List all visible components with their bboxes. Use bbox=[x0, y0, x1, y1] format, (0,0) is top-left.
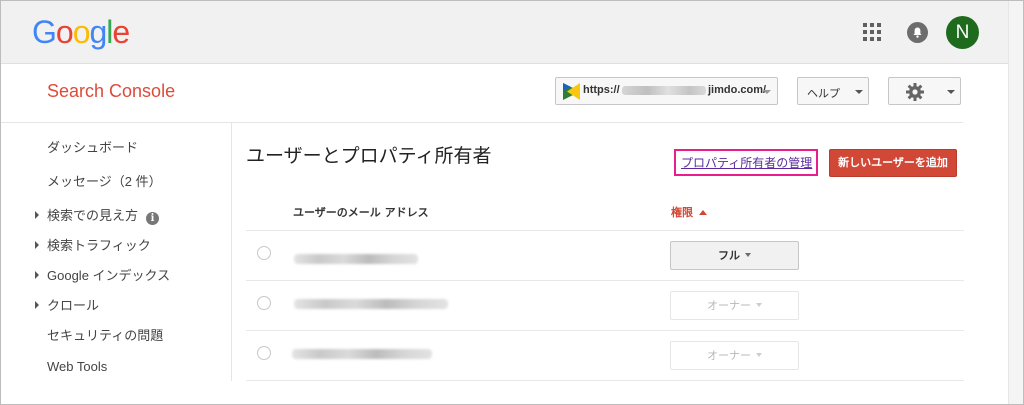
permission-label: オーナー bbox=[707, 299, 751, 312]
column-header-email: ユーザーのメール アドレス bbox=[293, 206, 429, 219]
logo-letter: e bbox=[112, 14, 130, 50]
google-logo[interactable]: Google bbox=[32, 14, 130, 51]
help-button[interactable]: ヘルプ bbox=[797, 77, 869, 105]
info-icon[interactable]: i bbox=[146, 212, 160, 225]
sidebar-item-label: ダッシュボード bbox=[47, 140, 139, 155]
user-email-redacted bbox=[294, 254, 418, 264]
chevron-down-icon bbox=[756, 303, 762, 307]
user-email-redacted bbox=[294, 299, 448, 309]
sidebar-item-label: クロール bbox=[47, 298, 100, 313]
sidebar-item[interactable]: 検索トラフィック bbox=[35, 235, 151, 254]
chevron-down-icon bbox=[947, 90, 955, 94]
sort-ascending-icon bbox=[699, 210, 707, 215]
sidebar-item-label: 検索トラフィック bbox=[47, 238, 151, 253]
logo-letter: o bbox=[72, 14, 91, 50]
table-divider bbox=[246, 280, 964, 281]
vertical-scrollbar[interactable] bbox=[1008, 1, 1023, 404]
google-top-bar: Google N bbox=[1, 1, 1008, 64]
table-divider bbox=[246, 230, 964, 231]
table-divider bbox=[246, 380, 964, 381]
sidebar-nav: ダッシュボードメッセージ（2 件） 検索での見え方 i 検索トラフィック Google … bbox=[1, 123, 232, 381]
table-divider bbox=[246, 330, 964, 331]
expand-arrow-icon bbox=[35, 271, 39, 279]
sidebar-item[interactable]: Web Tools bbox=[47, 359, 107, 374]
permission-dropdown: オーナー bbox=[670, 341, 799, 370]
expand-arrow-icon bbox=[35, 241, 39, 249]
permission-label: フル bbox=[718, 249, 740, 262]
logo-letter: g bbox=[89, 14, 107, 50]
row-select-radio[interactable] bbox=[257, 296, 271, 310]
gear-icon bbox=[906, 83, 924, 101]
logo-letter: o bbox=[55, 14, 74, 50]
sidebar-item[interactable]: ダッシュボード bbox=[47, 137, 138, 156]
browser-frame: Google N Search Console https:// jimdo.c… bbox=[0, 0, 1024, 405]
property-url-suffix: jimdo.com/ bbox=[708, 84, 767, 96]
property-url-redacted bbox=[622, 86, 706, 95]
sidebar-item-label: Google インデックス bbox=[47, 268, 171, 283]
apps-grid-icon[interactable] bbox=[863, 23, 881, 41]
page-title: ユーザーとプロパティ所有者 bbox=[246, 145, 492, 167]
expand-arrow-icon bbox=[35, 301, 39, 309]
permission-dropdown[interactable]: フル bbox=[670, 241, 799, 270]
chevron-down-icon bbox=[763, 90, 771, 94]
sidebar-item-label: 検索での見え方 bbox=[47, 208, 139, 223]
sidebar-item-label: Web Tools bbox=[47, 359, 108, 374]
sidebar-item[interactable]: Google インデックス bbox=[35, 265, 170, 284]
property-selector[interactable]: https:// jimdo.com/ bbox=[555, 77, 778, 105]
sidebar-item-label: メッセージ（2 件） bbox=[47, 174, 162, 189]
notifications-bell-icon[interactable] bbox=[907, 22, 928, 43]
sidebar-item[interactable]: メッセージ（2 件） bbox=[47, 171, 162, 190]
row-select-radio[interactable] bbox=[257, 246, 271, 260]
settings-button[interactable] bbox=[888, 77, 961, 105]
chevron-down-icon bbox=[756, 353, 762, 357]
help-label: ヘルプ bbox=[807, 87, 840, 100]
row-select-radio[interactable] bbox=[257, 346, 271, 360]
permission-header-label: 権限 bbox=[671, 206, 693, 219]
property-url-prefix: https:// bbox=[583, 84, 620, 96]
chevron-down-icon bbox=[855, 90, 863, 94]
sidebar-item[interactable]: 検索での見え方 i bbox=[35, 205, 160, 225]
app-title[interactable]: Search Console bbox=[47, 81, 175, 102]
account-avatar[interactable]: N bbox=[946, 16, 979, 49]
sidebar-item[interactable]: クロール bbox=[35, 295, 99, 314]
expand-arrow-icon bbox=[35, 211, 39, 219]
chevron-down-icon bbox=[745, 253, 751, 257]
user-email-redacted bbox=[292, 349, 432, 359]
permission-dropdown: オーナー bbox=[670, 291, 799, 320]
sidebar-item-label: セキュリティの問題 bbox=[47, 328, 164, 343]
permission-label: オーナー bbox=[707, 349, 751, 362]
column-header-permission[interactable]: 権限 bbox=[671, 204, 707, 220]
manage-property-owners-link[interactable]: プロパティ所有者の管理 bbox=[674, 149, 819, 176]
sidebar-item[interactable]: セキュリティの問題 bbox=[47, 325, 163, 344]
add-user-button[interactable]: 新しいユーザーを追加 bbox=[829, 149, 957, 177]
logo-letter: G bbox=[32, 14, 57, 50]
jimdo-site-icon bbox=[563, 83, 580, 100]
